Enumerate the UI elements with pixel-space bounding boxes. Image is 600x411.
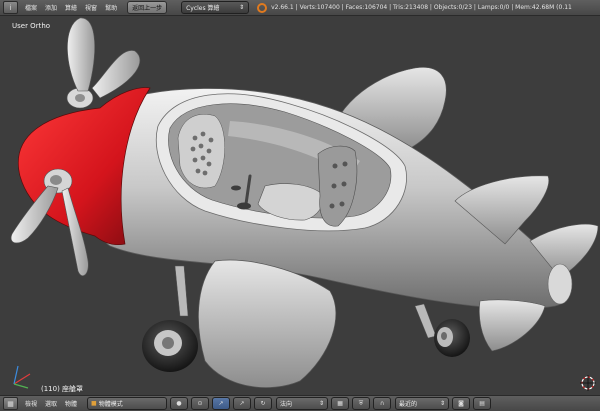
- render-animation-button[interactable]: ▤: [473, 397, 492, 410]
- camera-icon: ◙: [458, 400, 464, 407]
- chevron-updown-icon: ⇕: [239, 4, 245, 11]
- menu-select[interactable]: 選取: [41, 399, 61, 408]
- main-menu: 檔案 添加 算繪 視窗 幫助: [21, 3, 121, 12]
- axis-gizmo: [13, 365, 31, 389]
- rotate-icon: ↻: [260, 400, 266, 407]
- lock-button[interactable]: ⛨: [352, 397, 371, 410]
- view3d-header: ▦ 檢視 選取 物體 ■ 物體模式 ● ⊙ ↗ ↗ ↻ 法向 ⇕ ▦ ⛨ ∩ 最…: [0, 395, 600, 411]
- pivot-icon: ⊙: [197, 400, 203, 407]
- cube-icon: ■: [91, 400, 97, 407]
- scene-stats: v2.66.1 | Verts:107400 | Faces:106704 | …: [271, 4, 572, 11]
- view3d-editor-icon[interactable]: ▦: [3, 397, 18, 410]
- lower-tail-fin: [479, 299, 546, 352]
- transform-orientation-dropdown[interactable]: 法向 ⇕: [276, 397, 329, 410]
- translate-manipulator-button[interactable]: ↗: [233, 397, 252, 410]
- snap-target-dropdown[interactable]: 最近的 ⇕: [395, 397, 450, 410]
- interaction-mode-dropdown[interactable]: ■ 物體模式: [87, 397, 168, 410]
- propeller-blade-top: [67, 17, 95, 92]
- view3d-menu: 檢視 選取 物體: [21, 399, 81, 408]
- blender-logo-icon: [257, 2, 268, 13]
- manipulator-toggle-button[interactable]: ↗: [212, 397, 231, 410]
- front-wheel: [142, 320, 198, 372]
- snap-toggle-button[interactable]: ∩: [373, 397, 392, 410]
- manipulator-icon: ↗: [218, 400, 224, 407]
- menu-view[interactable]: 檢視: [21, 399, 41, 408]
- sphere-icon: ●: [176, 400, 182, 407]
- film-icon: ▤: [479, 400, 485, 407]
- 3d-viewport[interactable]: User Ortho (110) 座艙罩: [0, 16, 600, 395]
- back-to-previous-button[interactable]: 返回上一步: [127, 1, 168, 14]
- lock-icon: ⛨: [358, 399, 364, 407]
- render-engine-label: Cycles 算繪: [186, 5, 220, 12]
- render-button[interactable]: ◙: [452, 397, 471, 410]
- magnet-icon: ∩: [379, 400, 385, 407]
- arrow-icon: ↗: [239, 400, 245, 407]
- 3d-cursor: [580, 375, 596, 391]
- chevron-updown-icon: ⇕: [319, 400, 325, 407]
- layers-icon: ▦: [337, 400, 343, 407]
- menu-window[interactable]: 視窗: [81, 3, 101, 12]
- menu-object[interactable]: 物體: [61, 399, 81, 408]
- active-object-label: (110) 座艙罩: [41, 385, 84, 393]
- menu-render[interactable]: 算繪: [61, 3, 81, 12]
- snap-target-label: 最近的: [399, 401, 418, 408]
- rear-wheel: [434, 319, 470, 357]
- landing-strut-rear: [414, 303, 437, 339]
- landing-strut-front: [174, 265, 189, 317]
- viewport-shading-button[interactable]: ●: [170, 397, 189, 410]
- info-header: i 檔案 添加 算繪 視窗 幫助 返回上一步 Cycles 算繪 ⇕ v2.66…: [0, 0, 600, 16]
- instrument-panel: [177, 113, 225, 189]
- menu-help[interactable]: 幫助: [101, 3, 121, 12]
- menu-file[interactable]: 檔案: [21, 3, 41, 12]
- mode-label: 物體模式: [98, 401, 123, 408]
- rotate-manipulator-button[interactable]: ↻: [254, 397, 273, 410]
- throttle: [231, 185, 241, 191]
- airplane-render: [10, 17, 599, 391]
- menu-add[interactable]: 添加: [41, 3, 61, 12]
- render-engine-dropdown[interactable]: Cycles 算繪 ⇕: [181, 1, 250, 14]
- blender-window: i 檔案 添加 算繪 視窗 幫助 返回上一步 Cycles 算繪 ⇕ v2.66…: [0, 0, 600, 411]
- back-to-previous-label: 返回上一步: [132, 5, 163, 12]
- orientation-label: 法向: [280, 401, 293, 408]
- layer-buttons[interactable]: ▦: [331, 397, 350, 410]
- main-wing: [198, 259, 337, 388]
- view-label: User Ortho: [12, 22, 51, 30]
- chevron-updown-icon: ⇕: [440, 400, 446, 407]
- info-editor-icon[interactable]: i: [3, 1, 18, 14]
- tail-cone: [547, 263, 573, 305]
- pivot-point-button[interactable]: ⊙: [191, 397, 210, 410]
